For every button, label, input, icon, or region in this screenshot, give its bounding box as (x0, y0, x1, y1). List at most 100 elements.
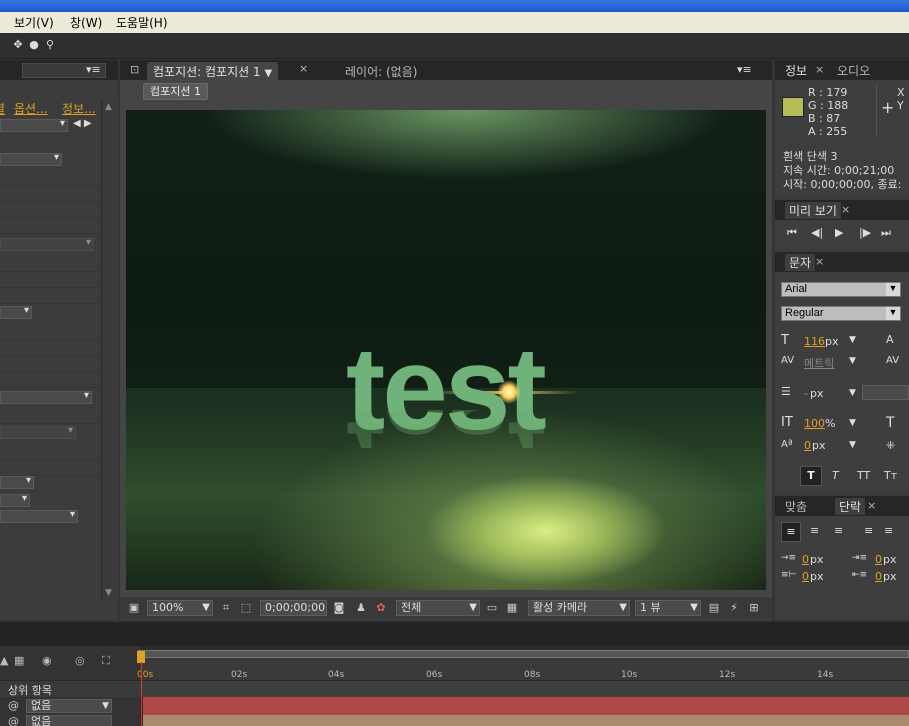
all-caps-button[interactable]: TT (857, 469, 870, 482)
panel-menu-icon[interactable]: ▾≡ (86, 63, 101, 76)
orbit-tool-icon[interactable]: ✥ (12, 39, 24, 51)
left-dropdown-2[interactable] (0, 152, 62, 166)
chevron-down-icon[interactable]: ▼ (849, 388, 856, 398)
transparency-grid-icon[interactable]: ▦ (506, 602, 518, 614)
pickwhip-icon[interactable]: @ (8, 715, 19, 726)
font-style-dropdown[interactable]: Regular ▼ (781, 306, 901, 321)
zoom-dropdown[interactable]: 100% ▼ (147, 600, 213, 616)
tab-align[interactable]: 맞춤 (785, 498, 807, 515)
fast-previews-icon[interactable]: ⚡ (728, 602, 740, 614)
tab-composition[interactable]: 컴포지션: 컴포지션 1 ▼ (147, 62, 279, 80)
chevron-down-icon[interactable]: ▼ (264, 68, 272, 79)
parent-dropdown[interactable]: 없음 (26, 715, 112, 726)
chevron-down-icon[interactable]: ▼ (849, 440, 856, 450)
menu-help[interactable]: 도움말(H) (116, 14, 168, 31)
close-icon[interactable]: × (841, 203, 850, 216)
frame-blending-icon[interactable]: ▦ (14, 654, 24, 667)
align-center-button[interactable]: ≡ (810, 524, 819, 537)
tab-paragraph[interactable]: 단락 (835, 498, 866, 515)
left-dropdown-3[interactable] (0, 237, 94, 251)
playhead-line[interactable] (141, 662, 142, 726)
link-info[interactable]: 정보... (62, 100, 96, 117)
align-left-button[interactable]: ≡ (781, 522, 801, 542)
left-dropdown-7[interactable] (0, 475, 34, 489)
chevron-down-icon[interactable]: ▼ (849, 418, 856, 428)
layer-bar-tan[interactable] (143, 715, 909, 726)
small-caps-button[interactable]: Tт (884, 469, 897, 482)
baseline-value[interactable]: 0 (804, 439, 811, 452)
left-dropdown-4[interactable] (0, 305, 32, 319)
first-line-indent-value[interactable]: 0 (802, 570, 809, 583)
leading-icon[interactable]: A (886, 333, 894, 346)
tab-audio[interactable]: 오디오 (837, 62, 870, 79)
chevron-down-icon[interactable]: ▼ (849, 356, 856, 366)
always-preview-icon[interactable]: ▣ (128, 602, 140, 614)
graph-editor-icon[interactable]: ◎ (75, 654, 85, 667)
left-dropdown-8[interactable] (0, 493, 30, 507)
left-scrollbar[interactable]: ▲ ▼ (101, 100, 116, 600)
color-channels-icon[interactable]: ✿ (375, 602, 387, 614)
panel-menu-icon[interactable]: ▾≡ (737, 63, 752, 76)
space-after-value[interactable]: 0 (875, 570, 882, 583)
region-of-interest-icon[interactable]: ▭ (486, 602, 498, 614)
views-dropdown[interactable]: 1 뷰 ▼ (635, 600, 701, 616)
leading-value[interactable]: - (804, 387, 808, 400)
horizontal-scale-icon[interactable]: T (886, 415, 895, 431)
tracking-icon[interactable]: AV (886, 355, 899, 366)
play-icon[interactable]: ▶ (835, 226, 843, 239)
indent-right-value[interactable]: 0 (875, 553, 882, 566)
menu-view[interactable]: 보기(V) (14, 14, 54, 31)
composition-breadcrumb[interactable]: 컴포지션 1 (143, 83, 208, 100)
sphere-tool-icon[interactable]: ● (28, 39, 40, 51)
mask-toggle-icon[interactable]: ⬚ (240, 602, 252, 614)
tab-info[interactable]: 정보 (785, 62, 807, 79)
draft-3d-icon[interactable]: ▲ (0, 654, 8, 667)
snapshot-icon[interactable]: ◙ (333, 602, 345, 614)
next-frame-icon[interactable]: |▶ (859, 226, 871, 239)
parent-dropdown[interactable]: 없음 ▼ (26, 699, 112, 713)
pin-tool-icon[interactable]: ⚲ (44, 39, 56, 51)
last-frame-icon[interactable]: ⏭ (881, 226, 891, 240)
first-frame-icon[interactable]: ⏮ (787, 226, 797, 240)
left-dropdown-5[interactable] (0, 390, 92, 404)
faux-italic-button[interactable]: T (832, 469, 839, 482)
close-icon[interactable]: × (299, 62, 308, 75)
left-dropdown-6[interactable] (0, 425, 76, 439)
scroll-down-icon[interactable]: ▼ (105, 588, 112, 598)
link-options[interactable]: 옵션... (14, 100, 48, 117)
close-icon[interactable]: × (815, 63, 824, 76)
justify-left-button[interactable]: ≡ (864, 524, 873, 537)
close-icon[interactable]: × (815, 255, 824, 268)
brainstorm-icon[interactable]: ⛶ (102, 654, 110, 668)
justify-all-button[interactable]: ≡ (884, 524, 893, 537)
work-area-bar[interactable] (138, 650, 909, 658)
faux-bold-button[interactable]: T (800, 466, 822, 486)
motion-blur-icon[interactable]: ◉ (42, 654, 52, 667)
timecode-field[interactable]: 0;00;00;00 (260, 600, 327, 616)
tab-layer[interactable]: 레이어: (없음) (345, 63, 417, 80)
stroke-style-dropdown[interactable] (862, 385, 909, 400)
vertical-scale-value[interactable]: 100 (804, 417, 825, 430)
prev-frame-icon[interactable]: ◀| (811, 226, 823, 239)
layer-bar-red[interactable] (143, 697, 909, 715)
kerning-value[interactable]: 메트릭 (804, 355, 834, 371)
flowchart-icon[interactable]: ⊞ (748, 602, 760, 614)
left-dropdown-1[interactable] (0, 118, 68, 132)
nav-arrows-icon[interactable]: ◀ ▶ (73, 118, 92, 129)
left-dropdown-9[interactable] (0, 509, 78, 523)
chevron-down-icon[interactable]: ▼ (849, 335, 856, 345)
tab-preview[interactable]: 미리 보기 (785, 202, 841, 219)
pickwhip-icon[interactable]: @ (8, 699, 19, 712)
resolution-dropdown[interactable]: 전체 ▼ (396, 600, 480, 616)
safe-margins-icon[interactable]: ⌗ (220, 602, 232, 614)
lock-icon[interactable]: ⊡ (130, 63, 139, 76)
show-snapshot-icon[interactable]: ♟ (355, 602, 367, 614)
tab-character[interactable]: 문자 (785, 254, 816, 271)
tsume-icon[interactable]: ⁜ (886, 439, 895, 452)
align-right-button[interactable]: ≡ (834, 524, 843, 537)
indent-left-value[interactable]: 0 (802, 553, 809, 566)
font-size-value[interactable]: 116 (804, 335, 825, 348)
toggle-pixel-aspect-icon[interactable]: ▤ (708, 602, 720, 614)
camera-dropdown[interactable]: 활성 카메라 ▼ (528, 600, 630, 616)
scroll-up-icon[interactable]: ▲ (105, 102, 112, 112)
